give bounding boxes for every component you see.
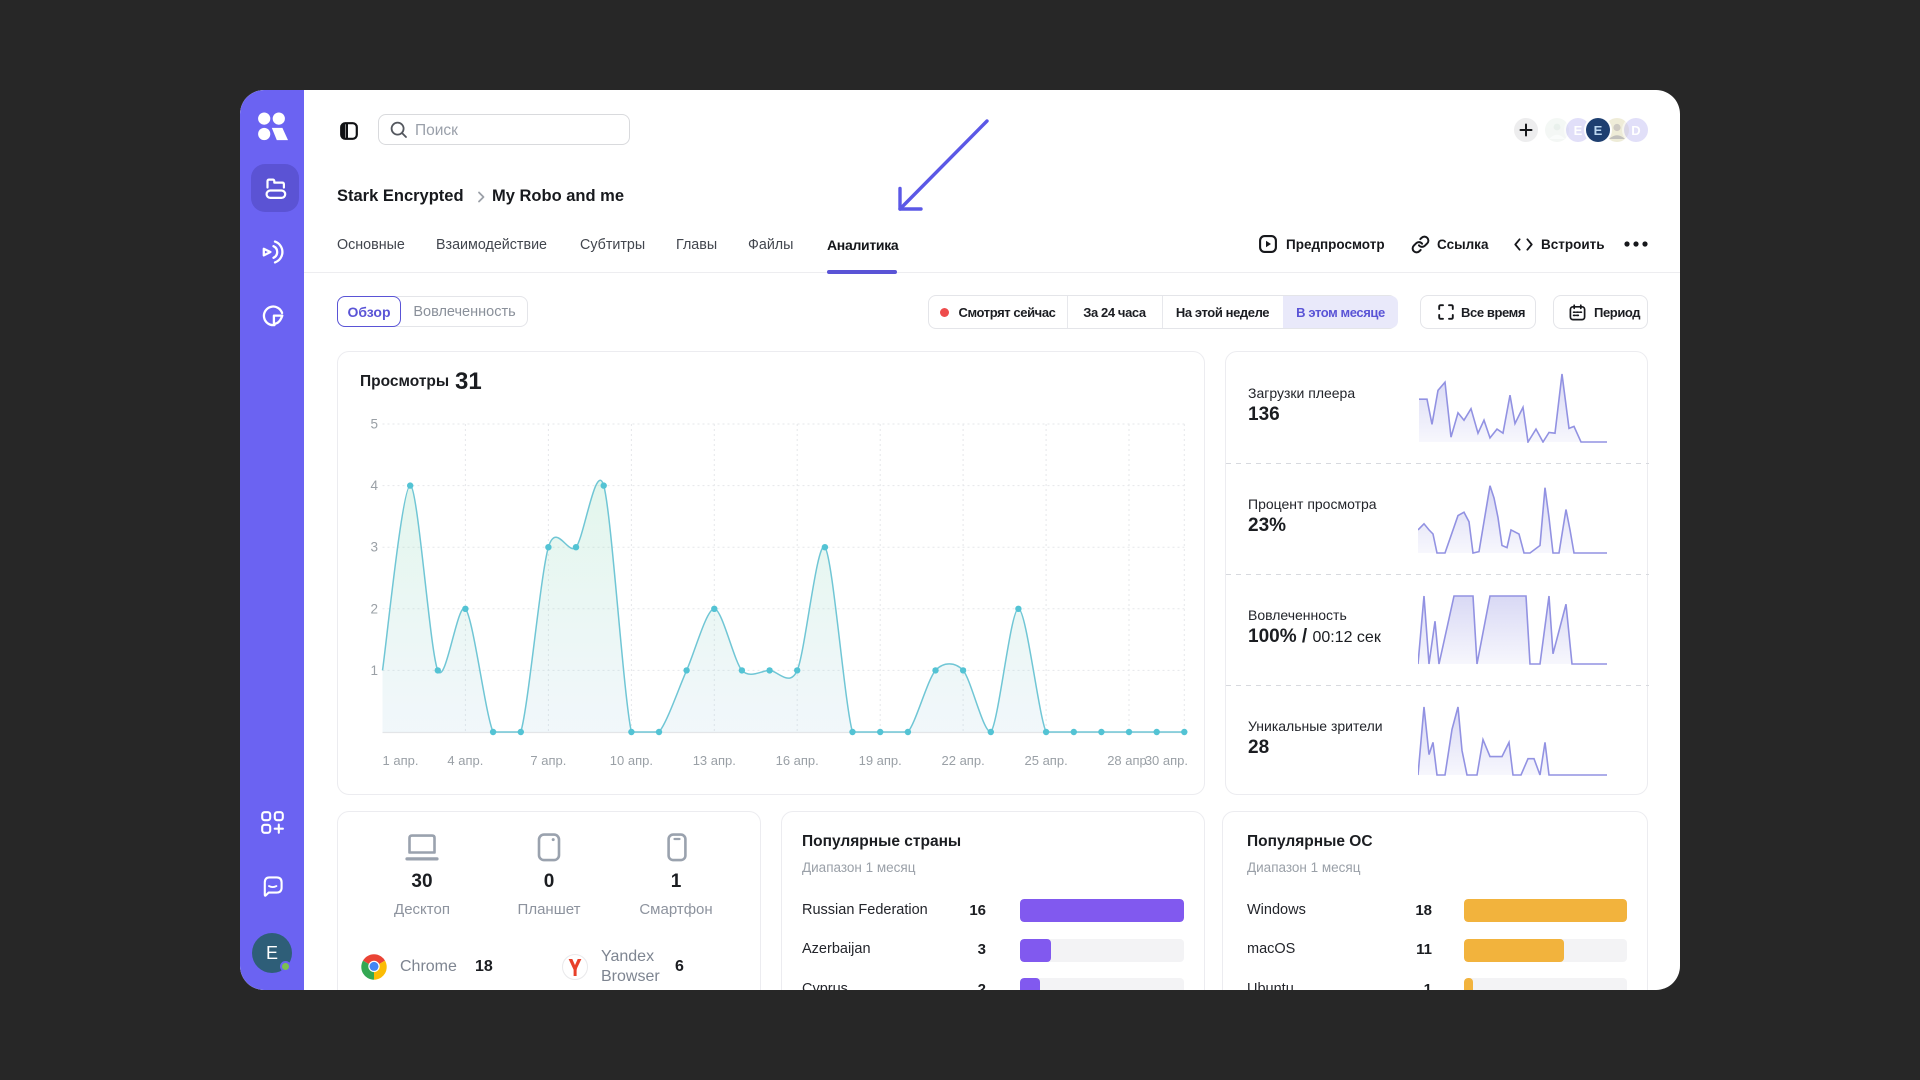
svg-text:5: 5: [370, 417, 378, 432]
svg-text:22 апр.: 22 апр.: [942, 753, 985, 768]
svg-text:13 апр.: 13 апр.: [693, 753, 736, 768]
svg-text:10 апр.: 10 апр.: [610, 753, 653, 768]
svg-text:3: 3: [370, 540, 378, 555]
svg-text:2: 2: [370, 601, 378, 616]
svg-text:25 апр.: 25 апр.: [1025, 753, 1068, 768]
svg-text:1 апр.: 1 апр.: [383, 753, 419, 768]
svg-text:19 апр.: 19 апр.: [859, 753, 902, 768]
svg-text:30 апр.: 30 апр.: [1145, 753, 1188, 768]
svg-text:4 апр.: 4 апр.: [447, 753, 483, 768]
svg-text:28 апр: 28 апр: [1107, 753, 1147, 768]
svg-text:7 апр.: 7 апр.: [530, 753, 566, 768]
svg-text:16 апр.: 16 апр.: [776, 753, 819, 768]
svg-text:4: 4: [370, 478, 378, 493]
svg-text:1: 1: [370, 663, 378, 678]
